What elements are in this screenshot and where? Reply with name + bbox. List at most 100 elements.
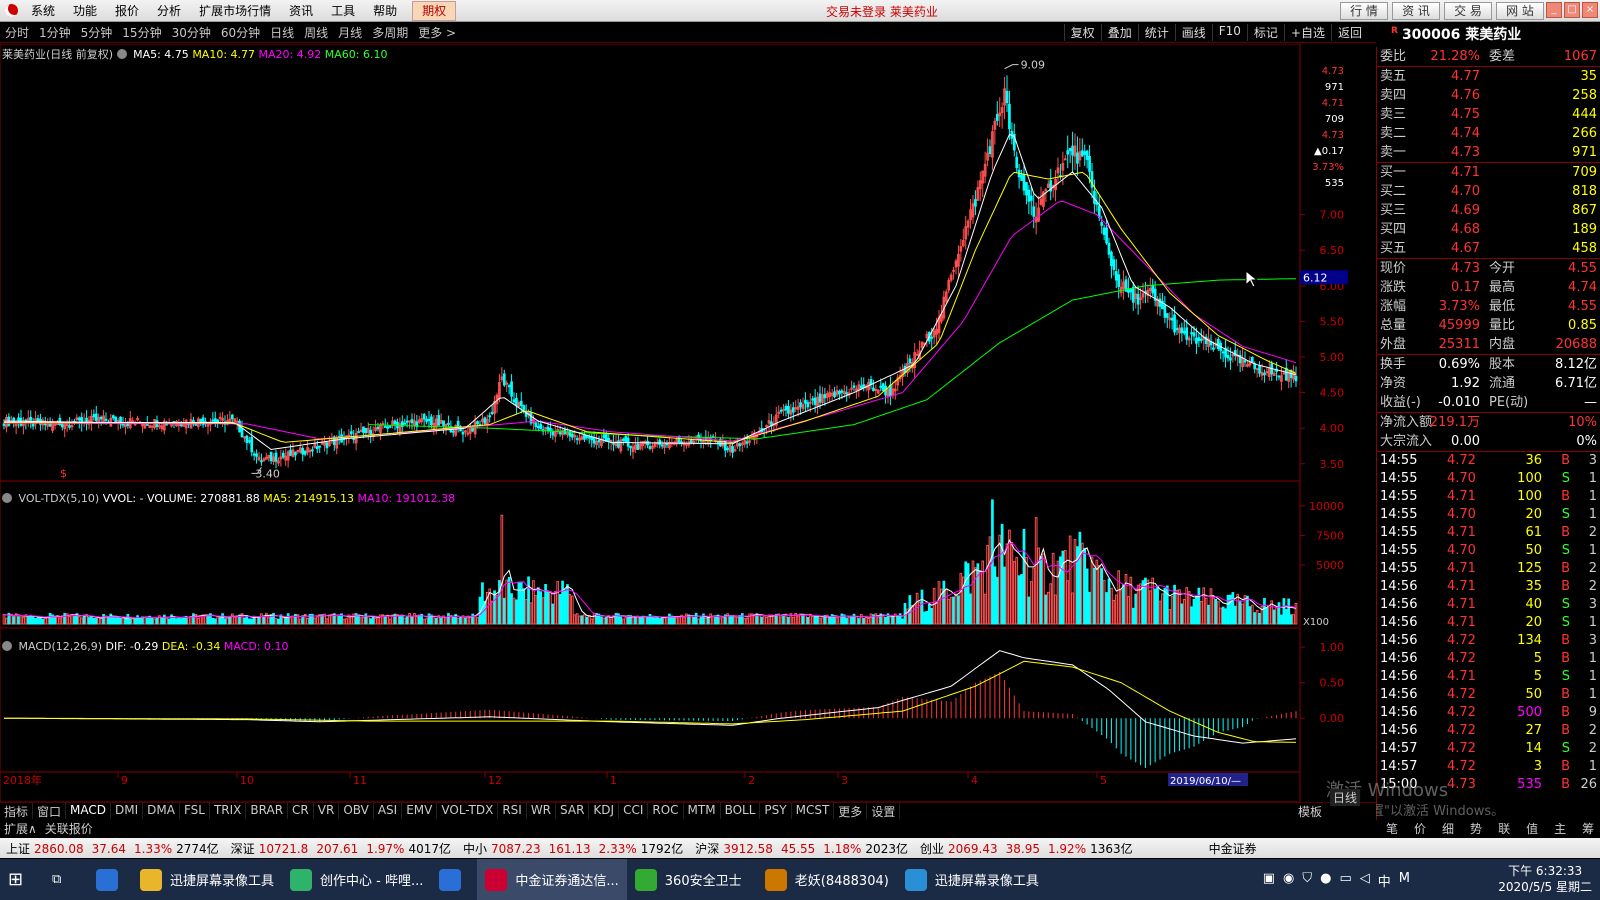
tray-icon[interactable]: ▣ xyxy=(1263,871,1275,890)
template-label[interactable]: 模板 xyxy=(1298,803,1322,820)
network-icon[interactable]: ▭ xyxy=(1339,871,1351,890)
start-icon[interactable]: ⊞ xyxy=(0,859,44,900)
period-15min[interactable]: 15分钟 xyxy=(117,24,166,41)
indicator-tab[interactable]: 指标 xyxy=(0,803,34,819)
period-weekly[interactable]: 周线 xyxy=(299,24,333,41)
tool-back[interactable]: 返回 xyxy=(1330,24,1368,41)
taskbar-app[interactable]: 迅捷屏幕录像工具 xyxy=(897,859,1047,900)
period-30min[interactable]: 30分钟 xyxy=(167,24,216,41)
menu-analysis[interactable]: 分析 xyxy=(148,0,190,22)
taskbar-app[interactable] xyxy=(431,859,477,900)
menu-options[interactable]: 期权 xyxy=(412,0,457,21)
indicator-tab[interactable]: FSL xyxy=(180,803,210,819)
indicator-tab[interactable]: 设置 xyxy=(867,803,901,819)
tool-stats[interactable]: 统计 xyxy=(1137,24,1175,41)
period-daily[interactable]: 日线 xyxy=(265,24,299,41)
indicator-tab[interactable]: DMA xyxy=(143,803,180,819)
trade-button[interactable]: 交 易 xyxy=(1444,2,1492,20)
menu-function[interactable]: 功能 xyxy=(64,0,106,22)
taskbar-app[interactable]: 创作中心 - 哔哩... xyxy=(282,859,431,900)
index-item[interactable]: 创业 2069.43 38.95 1.92% 1363亿 xyxy=(920,840,1133,857)
indicator-tab[interactable]: MACD xyxy=(66,803,112,819)
indicator-tab[interactable]: SAR xyxy=(556,803,590,819)
shield-icon[interactable]: ⛉ xyxy=(1302,871,1312,890)
task-view-icon[interactable]: ⧉ xyxy=(44,859,88,900)
ime-indicator[interactable]: 中 xyxy=(1378,871,1391,890)
settings-icon[interactable] xyxy=(116,49,127,59)
indicator-tab[interactable]: MCST xyxy=(792,803,835,819)
taskbar-app[interactable]: 老妖(8488304) xyxy=(757,859,897,900)
ime-mode-icon[interactable]: M xyxy=(1399,871,1410,890)
indicator-tab[interactable]: PSY xyxy=(760,803,792,819)
indicator-tab[interactable]: TRIX xyxy=(210,803,247,819)
indicator-tab[interactable]: KDJ xyxy=(589,803,620,819)
quote-tab[interactable]: 值 xyxy=(1518,820,1546,837)
quote-tab[interactable]: 势 xyxy=(1462,820,1490,837)
period-intraday[interactable]: 分时 xyxy=(0,24,34,41)
tool-overlay[interactable]: 叠加 xyxy=(1100,24,1138,41)
settings-icon[interactable] xyxy=(2,641,12,651)
indicator-tab[interactable]: ROC xyxy=(648,803,684,819)
tool-add-watch[interactable]: +自选 xyxy=(1283,24,1331,41)
indicator-tab[interactable]: CCI xyxy=(619,803,649,819)
indicator-tab[interactable]: EMV xyxy=(402,803,438,819)
indicator-tab[interactable]: BRAR xyxy=(246,803,289,819)
tool-adjust[interactable]: 复权 xyxy=(1063,24,1101,41)
index-item[interactable]: 沪深 3912.58 45.55 1.18% 2023亿 xyxy=(695,840,908,857)
indicator-tab[interactable]: BOLL xyxy=(721,803,761,819)
menu-quote[interactable]: 报价 xyxy=(106,0,148,22)
quote-tab[interactable]: 细 xyxy=(1434,820,1462,837)
menu-system[interactable]: 系统 xyxy=(22,0,64,22)
indicator-tab[interactable]: MTM xyxy=(684,803,721,819)
period-multi[interactable]: 多周期 xyxy=(367,24,413,41)
quote-tab[interactable]: 联 xyxy=(1490,820,1518,837)
taskbar-app[interactable]: 中金证券通达信... xyxy=(477,859,627,900)
indicator-tab[interactable]: RSI xyxy=(498,803,527,819)
menu-tools[interactable]: 工具 xyxy=(322,0,364,22)
tick-list[interactable]: 14:55 4.72 36 B 3 14:55 4.70 100 S 1 14:55 4.71 100 B… xyxy=(1377,452,1600,794)
tool-f10[interactable]: F10 xyxy=(1211,24,1247,41)
indicator-tab[interactable]: ASI xyxy=(374,803,403,819)
news-button[interactable]: 资 讯 xyxy=(1392,2,1440,20)
tool-draw[interactable]: 画线 xyxy=(1174,24,1212,41)
tray-icon[interactable]: ● xyxy=(1320,871,1331,890)
quote-tab[interactable]: 笔 xyxy=(1378,820,1406,837)
indicator-tab[interactable]: CR xyxy=(288,803,314,819)
volume-icon[interactable]: ◁ xyxy=(1360,871,1370,890)
indicator-tab[interactable]: 窗口 xyxy=(33,803,67,819)
taskbar-app[interactable]: 迅捷屏幕录像工具 xyxy=(132,859,282,900)
clock[interactable]: 下午 6:32:33 2020/5/5 星期二 xyxy=(1498,863,1592,895)
menu-ext-market[interactable]: 扩展市场行情 xyxy=(190,0,280,22)
index-item[interactable]: 中小 7087.23 161.13 2.33% 1792亿 xyxy=(463,840,683,857)
indicator-tab[interactable]: 更多 xyxy=(834,803,868,819)
indicator-tab[interactable]: OBV xyxy=(339,803,374,819)
period-more[interactable]: 更多 > xyxy=(413,24,461,41)
index-item[interactable]: 深证 10721.8 207.61 1.97% 4017亿 xyxy=(231,840,451,857)
period-60min[interactable]: 60分钟 xyxy=(216,24,265,41)
settings-icon[interactable] xyxy=(2,493,12,503)
market-button[interactable]: 行 情 xyxy=(1340,2,1388,20)
quote-tab[interactable]: 主 xyxy=(1546,820,1574,837)
website-button[interactable]: 网 站 xyxy=(1496,2,1544,20)
store-icon[interactable] xyxy=(88,859,132,900)
maximize-icon[interactable]: □ xyxy=(1564,2,1580,18)
period-monthly[interactable]: 月线 xyxy=(333,24,367,41)
close-icon[interactable]: × xyxy=(1582,2,1598,18)
expand-tab[interactable]: 扩展∧ xyxy=(0,820,41,837)
tool-mark[interactable]: 标记 xyxy=(1246,24,1284,41)
quote-tab[interactable]: 价 xyxy=(1406,820,1434,837)
quote-tab[interactable]: 筹 xyxy=(1574,820,1600,837)
menu-help[interactable]: 帮助 xyxy=(364,0,406,22)
period-5min[interactable]: 5分钟 xyxy=(76,24,118,41)
chart-area[interactable]: 7.006.506.005.505.004.504.003.504.739714… xyxy=(0,44,1376,802)
indicator-tab[interactable]: VR xyxy=(314,803,340,819)
period-1min[interactable]: 1分钟 xyxy=(34,24,76,41)
related-quote-tab[interactable]: 关联报价 xyxy=(41,820,97,837)
taskbar-app[interactable]: 360安全卫士 xyxy=(627,859,757,900)
minimize-icon[interactable]: _ xyxy=(1546,2,1562,18)
indicator-tab[interactable]: WR xyxy=(527,803,557,819)
index-item[interactable]: 上证 2860.08 37.64 1.33% 2774亿 xyxy=(6,840,219,857)
indicator-tab[interactable]: VOL-TDX xyxy=(437,803,499,819)
indicator-tab[interactable]: DMI xyxy=(111,803,144,819)
tray-icon[interactable]: ◉ xyxy=(1283,871,1294,890)
